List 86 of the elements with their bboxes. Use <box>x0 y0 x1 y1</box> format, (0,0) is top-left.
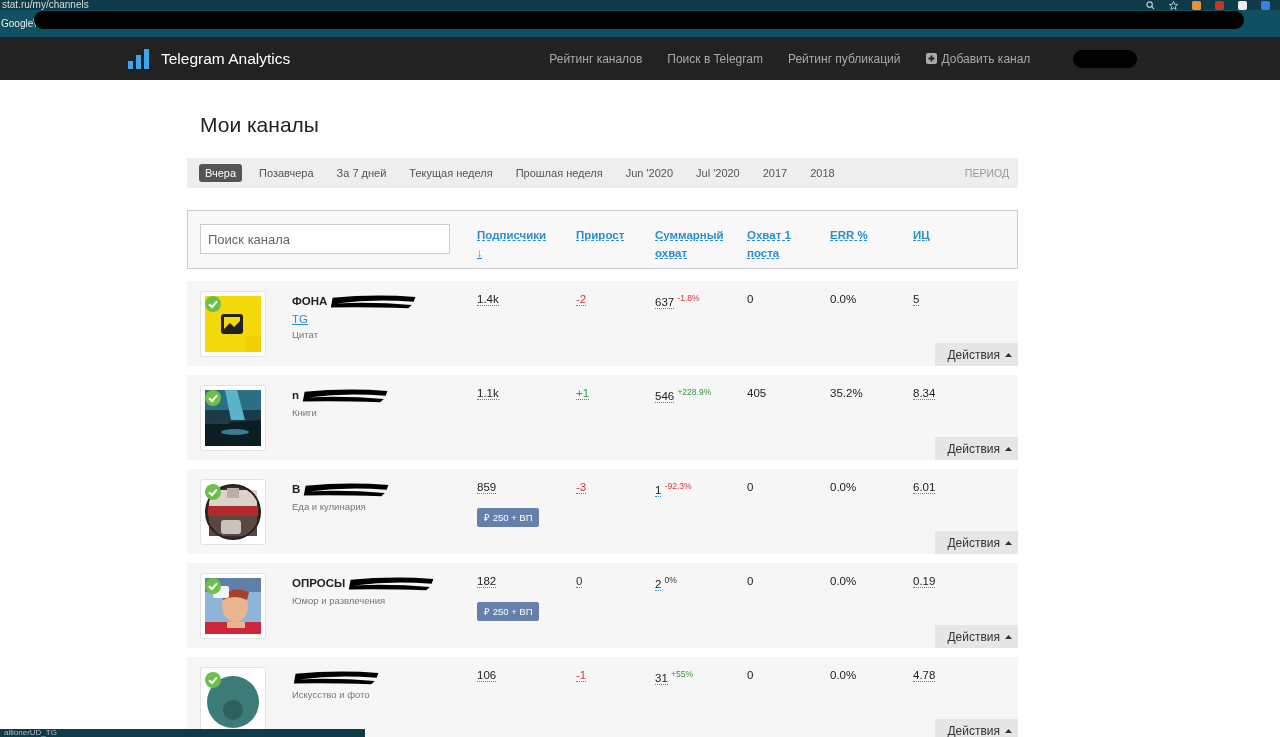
growth-value[interactable]: -2 <box>576 293 587 306</box>
post-reach-value: 0 <box>747 293 754 305</box>
err-value: 35.2% <box>830 387 863 399</box>
reach-value[interactable]: 31 <box>655 671 668 685</box>
post-reach-value: 0 <box>747 575 754 587</box>
reach-change: 0% <box>664 575 677 585</box>
channel-name[interactable]: ФОНА <box>292 295 328 307</box>
actions-button[interactable]: Действия <box>935 719 1018 737</box>
subscribers-value[interactable]: 106 <box>477 669 497 682</box>
channel-name[interactable]: ОПРОСЫ <box>292 577 346 589</box>
status-bar: allionerUD_TG <box>0 729 365 737</box>
subscribers-value[interactable]: 859 <box>477 481 497 494</box>
post-reach-value: 0 <box>747 481 754 493</box>
channel-avatar[interactable] <box>200 291 266 357</box>
channel-category: Цитат <box>292 329 319 340</box>
actions-button[interactable]: Действия <box>935 531 1018 554</box>
err-value: 0.0% <box>830 293 857 305</box>
period-tab[interactable]: 2017 <box>756 164 794 182</box>
brand-name[interactable]: Telegram Analytics <box>161 49 291 68</box>
extension-icon[interactable] <box>1192 0 1201 10</box>
period-tab[interactable]: За 7 дней <box>330 164 393 182</box>
actions-button[interactable]: Действия <box>935 437 1018 460</box>
redaction-mark <box>1073 49 1138 68</box>
post-reach-value: 0 <box>747 669 754 681</box>
err-value: 0.0% <box>830 669 857 681</box>
caret-icon <box>1005 729 1012 733</box>
address-bar-url[interactable]: stat.ru/my/channels <box>2 0 89 10</box>
plus-icon <box>925 53 937 64</box>
period-tab[interactable]: Позавчера <box>253 164 320 182</box>
growth-value[interactable]: 0 <box>576 575 583 588</box>
ad-price-tag[interactable]: ₽ 250 + ВП <box>477 602 540 621</box>
reach-value[interactable]: 637 <box>655 295 675 309</box>
extension-icon[interactable] <box>1238 0 1247 10</box>
period-tab[interactable]: Текущая неделя <box>403 164 499 182</box>
bookmark[interactable]: Google\ <box>0 18 37 29</box>
channel-category: Искусство и фото <box>292 689 371 700</box>
nav-link[interactable]: Поиск в Telegram <box>667 51 763 66</box>
channel-category: Юмор и развлечения <box>292 595 387 606</box>
ic-value[interactable]: 5 <box>913 293 920 306</box>
reach-value[interactable]: 546 <box>655 389 675 403</box>
period-tab[interactable]: 2018 <box>804 164 841 182</box>
reach-change: -92.3% <box>664 481 692 491</box>
ic-value[interactable]: 8.34 <box>913 387 936 400</box>
channel-name[interactable]: В <box>292 483 301 495</box>
growth-value[interactable]: -3 <box>576 481 587 494</box>
reach-change: -1.8% <box>677 293 700 303</box>
growth-value[interactable]: -1 <box>576 669 587 682</box>
add-channel-link[interactable]: Добавить канал <box>925 51 1031 66</box>
subscribers-value[interactable]: 182 <box>477 575 497 588</box>
reach-change: +228.9% <box>677 387 712 397</box>
period-tab[interactable]: Jun '2020 <box>619 164 680 182</box>
err-value: 0.0% <box>830 481 857 493</box>
column-header[interactable]: Подписчики ↓ <box>477 226 549 262</box>
actions-button[interactable]: Действия <box>935 343 1018 366</box>
channel-avatar[interactable] <box>200 573 266 639</box>
bar-chart-icon <box>128 48 149 69</box>
ad-price-tag[interactable]: ₽ 250 + ВП <box>477 508 540 527</box>
search-icon[interactable] <box>1146 0 1155 10</box>
caret-icon <box>1005 447 1012 451</box>
post-reach-value: 405 <box>747 387 767 399</box>
star-icon[interactable] <box>1169 0 1178 10</box>
channel-name[interactable]: n <box>292 389 300 401</box>
channel-avatar[interactable] <box>200 479 266 545</box>
period-tab[interactable]: Прошлая неделя <box>509 164 609 182</box>
channel-avatar[interactable] <box>200 385 266 451</box>
reach-value[interactable]: 1 <box>655 483 662 497</box>
subscribers-value[interactable]: 1.4k <box>477 293 499 306</box>
subscribers-value[interactable]: 1.1k <box>477 387 499 400</box>
ic-value[interactable]: 4.78 <box>913 669 936 682</box>
channel-category: Книги <box>292 407 318 418</box>
search-field[interactable]: Поиск канала <box>200 224 450 254</box>
actions-button[interactable]: Действия <box>935 625 1018 648</box>
reach-value[interactable]: 2 <box>655 577 662 591</box>
nav-link[interactable]: Рейтинг публикаций <box>787 51 901 66</box>
caret-icon <box>1005 635 1012 639</box>
ic-value[interactable]: 0.19 <box>913 575 936 588</box>
reach-change: +55% <box>671 669 693 679</box>
err-value: 0.0% <box>830 575 857 587</box>
caret-icon <box>1005 353 1012 357</box>
period-tab[interactable]: Jul '2020 <box>690 164 746 182</box>
caret-icon <box>1005 541 1012 545</box>
period-tab[interactable]: Вчера <box>199 164 243 182</box>
channel-category: Еда и кулинария <box>292 501 367 512</box>
page-title: Мои каналы <box>200 113 320 138</box>
nav-link[interactable]: Рейтинг каналов <box>549 51 643 66</box>
ic-value[interactable]: 6.01 <box>913 481 936 494</box>
